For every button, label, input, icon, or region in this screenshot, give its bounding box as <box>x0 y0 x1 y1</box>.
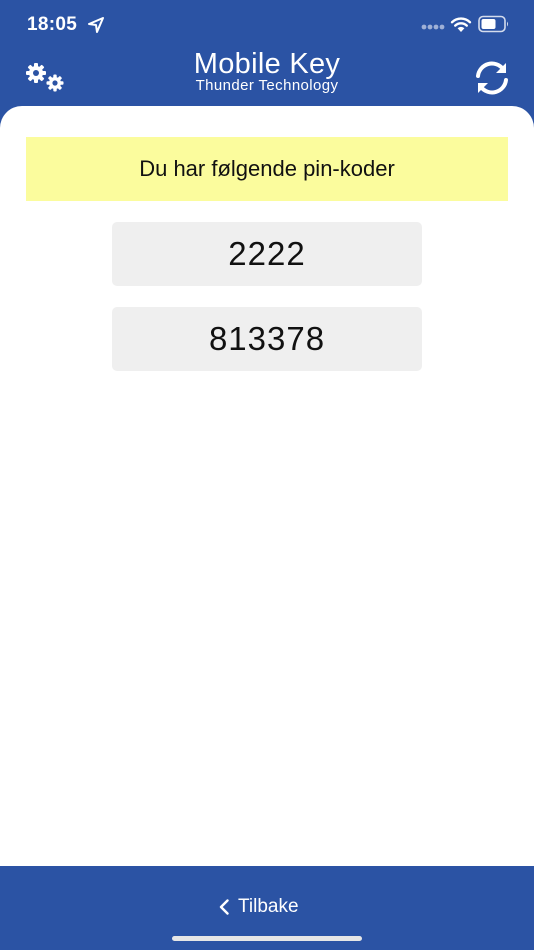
back-label: Tilbake <box>238 896 299 917</box>
cellular-signal-icon <box>421 24 445 30</box>
wifi-icon <box>450 17 472 32</box>
home-indicator[interactable] <box>172 936 362 941</box>
chevron-left-icon <box>219 899 229 915</box>
app-header: Mobile Key Thunder Technology <box>0 44 534 106</box>
refresh-icon[interactable] <box>472 60 512 96</box>
status-time: 18:05 <box>27 14 78 35</box>
info-banner: Du har følgende pin-koder <box>26 137 508 201</box>
battery-icon <box>478 15 508 33</box>
app-title: Mobile Key <box>193 48 341 80</box>
back-button[interactable]: Tilbake <box>218 892 299 922</box>
bottom-nav-bar: Tilbake <box>0 866 534 950</box>
app-subtitle: Thunder Technology <box>195 77 339 94</box>
status-bar: 18:05 <box>0 0 534 50</box>
pin-code-card[interactable]: 813378 <box>112 307 422 371</box>
pin-code-card[interactable]: 2222 <box>112 222 422 286</box>
location-arrow-icon <box>88 17 104 33</box>
main-content: Du har følgende pin-koder 2222 813378 <box>0 106 534 866</box>
